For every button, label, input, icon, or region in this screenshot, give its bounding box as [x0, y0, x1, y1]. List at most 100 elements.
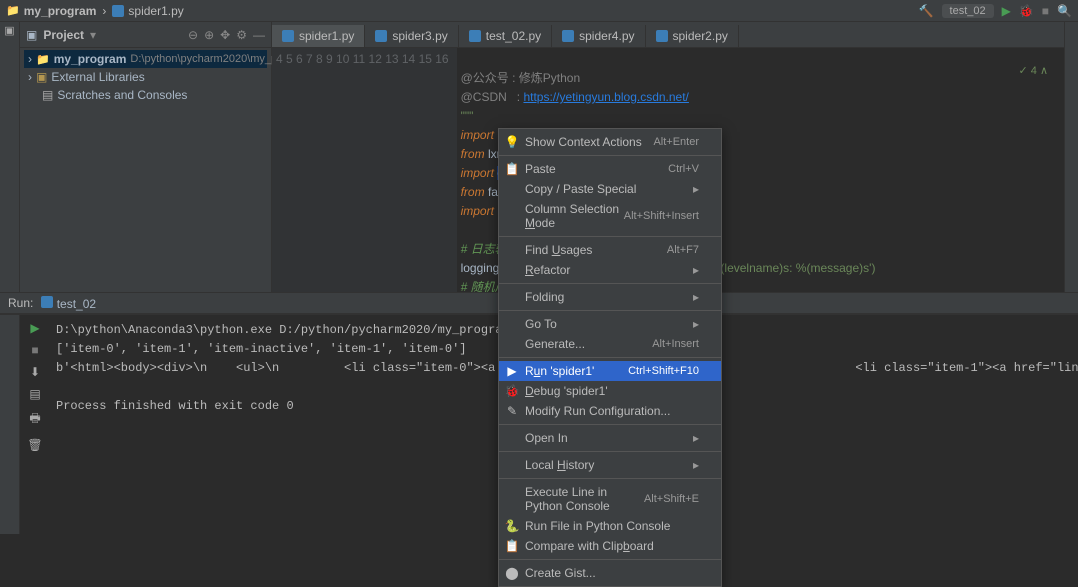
stop-button[interactable]: ■ [31, 343, 38, 357]
editor-tabs: spider1.py spider3.py test_02.py spider4.py… [272, 22, 1064, 48]
tab-label: spider4.py [579, 29, 634, 43]
down-icon[interactable]: ⬇ [30, 365, 40, 379]
editor-tab[interactable]: spider2.py [646, 25, 739, 47]
menu-item[interactable]: 🐞Debug 'spider1' [499, 381, 721, 401]
menu-shortcut: Alt+Shift+E [644, 493, 699, 505]
dropdown-icon[interactable]: ▾ [90, 28, 96, 42]
run-button[interactable]: ▶ [1002, 4, 1011, 18]
python-file-icon [375, 30, 387, 42]
breadcrumb: my_program › spider1.py [6, 4, 184, 18]
right-gutter [1064, 22, 1078, 292]
menu-item[interactable]: ⬤ Create Gist... [499, 563, 721, 583]
editor-tab[interactable]: test_02.py [459, 25, 552, 47]
trash-icon[interactable]: 🗑 [27, 438, 42, 452]
menu-item[interactable]: Folding▸ [499, 287, 721, 307]
menu-item-label: Paste [525, 162, 556, 176]
menu-separator [499, 236, 721, 237]
menu-item-label: Run File in Python Console [525, 519, 670, 533]
menu-item[interactable]: Generate... Alt+Insert [499, 334, 721, 354]
menu-item[interactable]: 📋Compare with Clipboard [499, 536, 721, 556]
run-left-strip [0, 315, 20, 534]
tree-item-label: External Libraries [51, 70, 144, 84]
tab-label: spider1.py [299, 29, 354, 43]
menu-item[interactable]: Refactor▸ [499, 260, 721, 280]
menu-item-label: Folding [525, 290, 564, 304]
menu-separator [499, 310, 721, 311]
menu-shortcut: Alt+F7 [667, 244, 699, 256]
menu-item[interactable]: Open In▸ [499, 428, 721, 448]
scratches-icon: ▤ [42, 88, 53, 102]
run-config-selector[interactable]: test_02 [942, 4, 994, 18]
expand-icon[interactable]: ⊕ [204, 28, 214, 42]
project-panel: ▣ Project ▾ ⊖ ⊕ ✥ ⚙ — › my_program D:\py… [20, 22, 272, 292]
chevron-right-icon: › [28, 70, 32, 84]
menu-item-label: Column Selection Mode [525, 202, 624, 230]
tree-external-libraries[interactable]: › ▣ External Libraries [24, 68, 267, 86]
inspection-badge[interactable]: ✓ 4 ∧ [1019, 64, 1049, 77]
menu-item[interactable]: 🐍Run File in Python Console [499, 516, 721, 536]
submenu-arrow-icon: ▸ [693, 458, 699, 472]
menu-item[interactable]: Column Selection ModeAlt+Shift+Insert [499, 199, 721, 233]
menu-item[interactable]: Execute Line in Python ConsoleAlt+Shift+… [499, 482, 721, 516]
menu-item-icon: ⬤ [505, 566, 519, 580]
menu-shortcut: Ctrl+V [668, 163, 699, 175]
menu-item[interactable]: 📋PasteCtrl+V [499, 159, 721, 179]
submenu-arrow-icon: ▸ [693, 182, 699, 196]
editor-tab[interactable]: spider3.py [365, 25, 458, 47]
folder-icon [36, 52, 50, 66]
run-label: Run: [8, 296, 33, 310]
menu-item-label: Refactor [525, 263, 570, 277]
search-icon[interactable]: 🔍 [1057, 4, 1072, 18]
menu-item[interactable]: ▶Run 'spider1'Ctrl+Shift+F10 [499, 361, 721, 381]
project-panel-header: ▣ Project ▾ ⊖ ⊕ ✥ ⚙ — [20, 22, 271, 48]
menu-item[interactable]: Copy / Paste Special▸ [499, 179, 721, 199]
run-config-name[interactable]: test_02 [41, 296, 96, 311]
menu-item[interactable]: 💡Show Context ActionsAlt+Enter [499, 132, 721, 152]
chevron-right-icon: › [28, 52, 32, 66]
stop-button-icon[interactable]: ■ [1042, 4, 1049, 18]
print-icon[interactable]: 🖶 [29, 409, 40, 430]
menu-item-label: Compare with Clipboard [525, 539, 654, 553]
menu-item-label: Run 'spider1' [525, 364, 594, 378]
tree-root-name: my_program [54, 52, 127, 66]
editor-tab[interactable]: spider4.py [552, 25, 645, 47]
tree-scratches[interactable]: ▤ Scratches and Consoles [24, 86, 267, 104]
project-panel-title: Project [43, 28, 84, 42]
python-file-icon [469, 30, 481, 42]
menu-item[interactable]: Local History ▸ [499, 455, 721, 475]
hammer-icon[interactable]: 🔨 [919, 4, 934, 18]
project-tool-tab[interactable]: ▣ [4, 24, 14, 37]
tab-label: spider2.py [673, 29, 728, 43]
menu-shortcut: Ctrl+Shift+F10 [628, 365, 699, 377]
menu-separator [499, 478, 721, 479]
gear-icon[interactable]: ⚙ [236, 28, 247, 42]
menu-item-label: Open In [525, 431, 568, 445]
menu-item-label: Modify Run Configuration... [525, 404, 670, 418]
menu-item[interactable]: ✎Modify Run Configuration... [499, 401, 721, 421]
breadcrumb-project[interactable]: my_program [6, 4, 96, 18]
rerun-button[interactable]: ▶ [30, 321, 39, 335]
editor-context-menu: 💡Show Context ActionsAlt+Enter📋PasteCtrl… [498, 128, 722, 587]
project-tree: › my_program D:\python\pycharm2020\my_pr… [20, 48, 271, 106]
menu-item-icon: 💡 [505, 135, 519, 149]
menu-shortcut: Alt+Insert [652, 338, 699, 350]
settings-icon[interactable]: ✥ [220, 28, 230, 42]
editor-tab[interactable]: spider1.py [272, 25, 365, 47]
menu-item-label: Generate... [525, 337, 585, 351]
hide-icon[interactable]: — [253, 28, 265, 42]
layout-icon[interactable]: ▤ [29, 387, 40, 401]
menu-item-label: Local History [525, 458, 594, 472]
folder-icon [6, 4, 20, 17]
python-file-icon [282, 30, 294, 42]
collapse-icon[interactable]: ⊖ [188, 28, 198, 42]
breadcrumb-file[interactable]: spider1.py [112, 4, 183, 18]
tree-root[interactable]: › my_program D:\python\pycharm2020\my_pr… [24, 50, 267, 68]
menu-item[interactable]: Go To▸ [499, 314, 721, 334]
tab-label: spider3.py [392, 29, 447, 43]
menu-item[interactable]: Find UsagesAlt+F7 [499, 240, 721, 260]
chevron-right-icon: › [102, 4, 106, 18]
debug-button[interactable]: 🐞 [1019, 4, 1034, 18]
menu-item-label: Create Gist... [525, 566, 596, 580]
menu-item-label: Show Context Actions [525, 135, 642, 149]
menu-item-label: Execute Line in Python Console [525, 485, 644, 513]
